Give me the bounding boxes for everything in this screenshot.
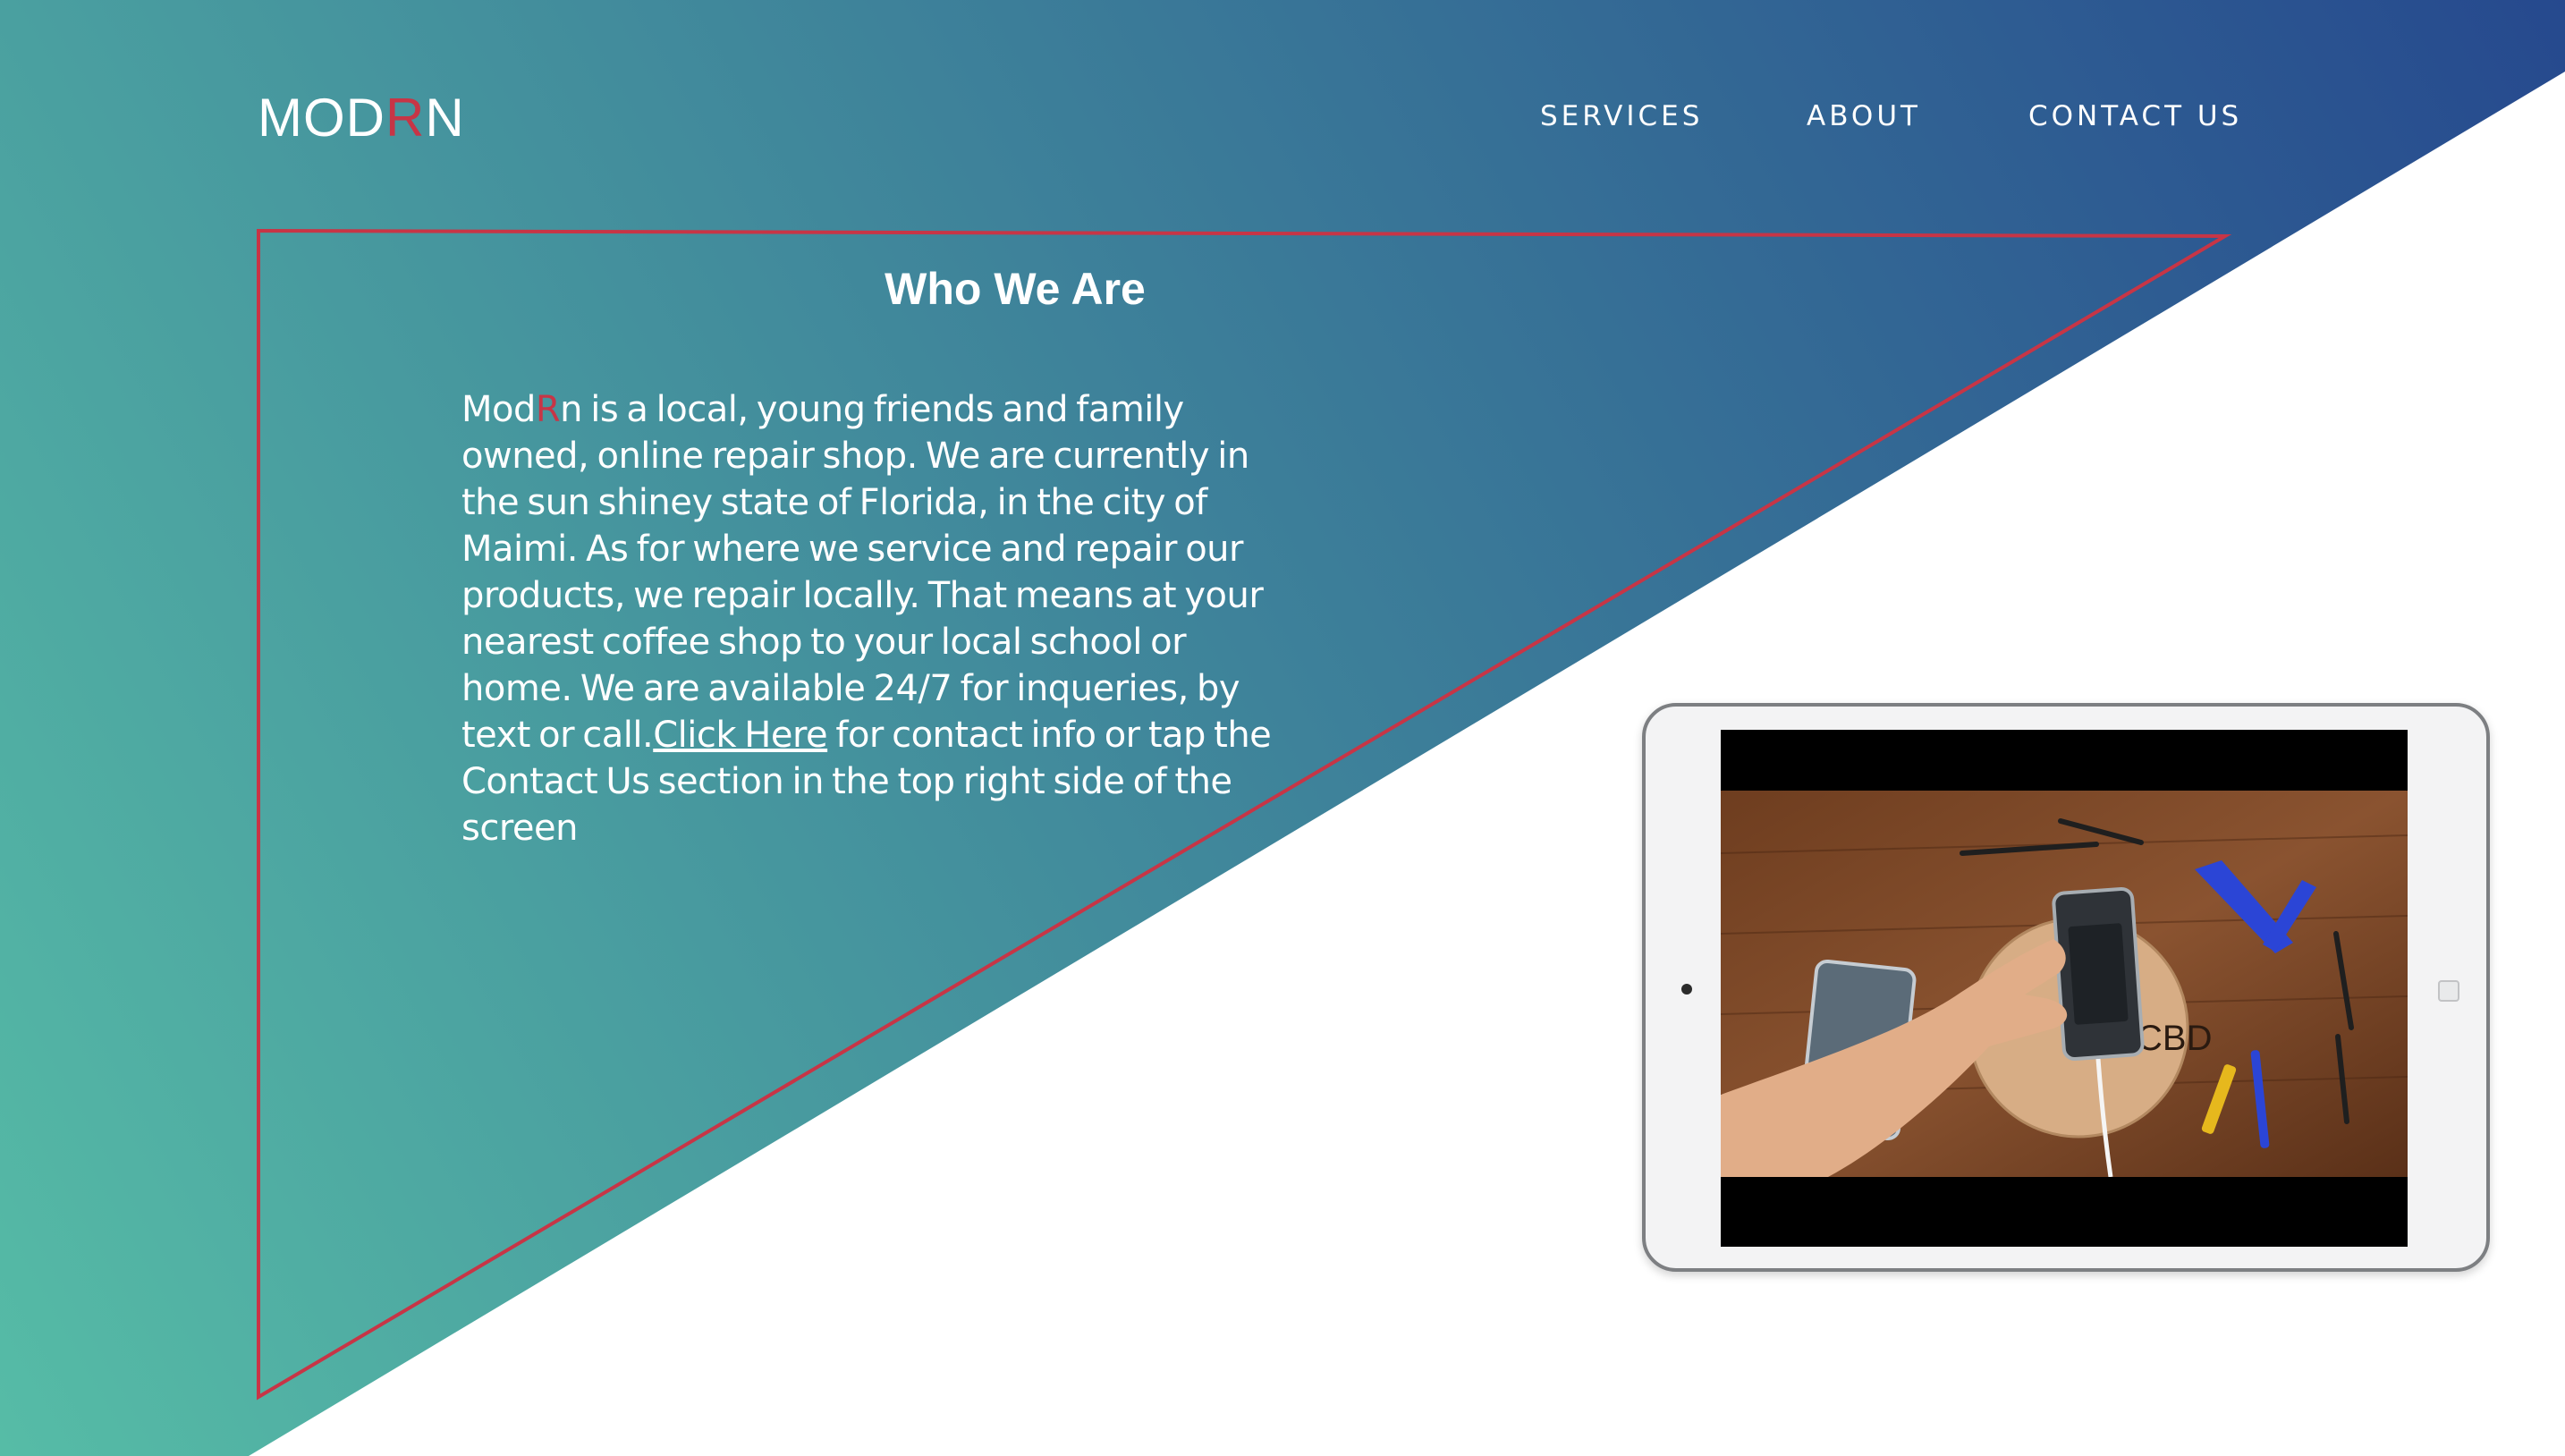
contact-info-link[interactable]: Click Here <box>653 715 827 756</box>
phone-battery <box>2068 923 2129 1025</box>
tablet-home-button <box>2438 980 2459 1002</box>
mat-logo-text: CBD <box>2137 1019 2212 1058</box>
tablet-camera <box>1681 984 1692 995</box>
nav-link-about[interactable]: ABOUT <box>1807 97 1921 136</box>
repair-video-frame: CBD <box>1721 791 2408 1177</box>
about-text-part1: n is a local, young friends and family o… <box>461 389 1264 756</box>
brand-name-start: Mod <box>461 389 536 430</box>
brand-name-accent: R <box>535 389 561 430</box>
about-paragraph: ModRn is a local, young friends and fami… <box>461 386 1275 851</box>
nav-link-services[interactable]: SERVICES <box>1540 97 1703 136</box>
section-title: Who We Are <box>885 264 1146 314</box>
video-player[interactable]: CBD <box>1721 730 2408 1247</box>
nav-link-contact-us[interactable]: CONTACT US <box>2028 97 2242 136</box>
tablet-mockup: CBD <box>1642 703 2490 1272</box>
main-nav: SERVICES ABOUT CONTACT US <box>0 97 2565 136</box>
